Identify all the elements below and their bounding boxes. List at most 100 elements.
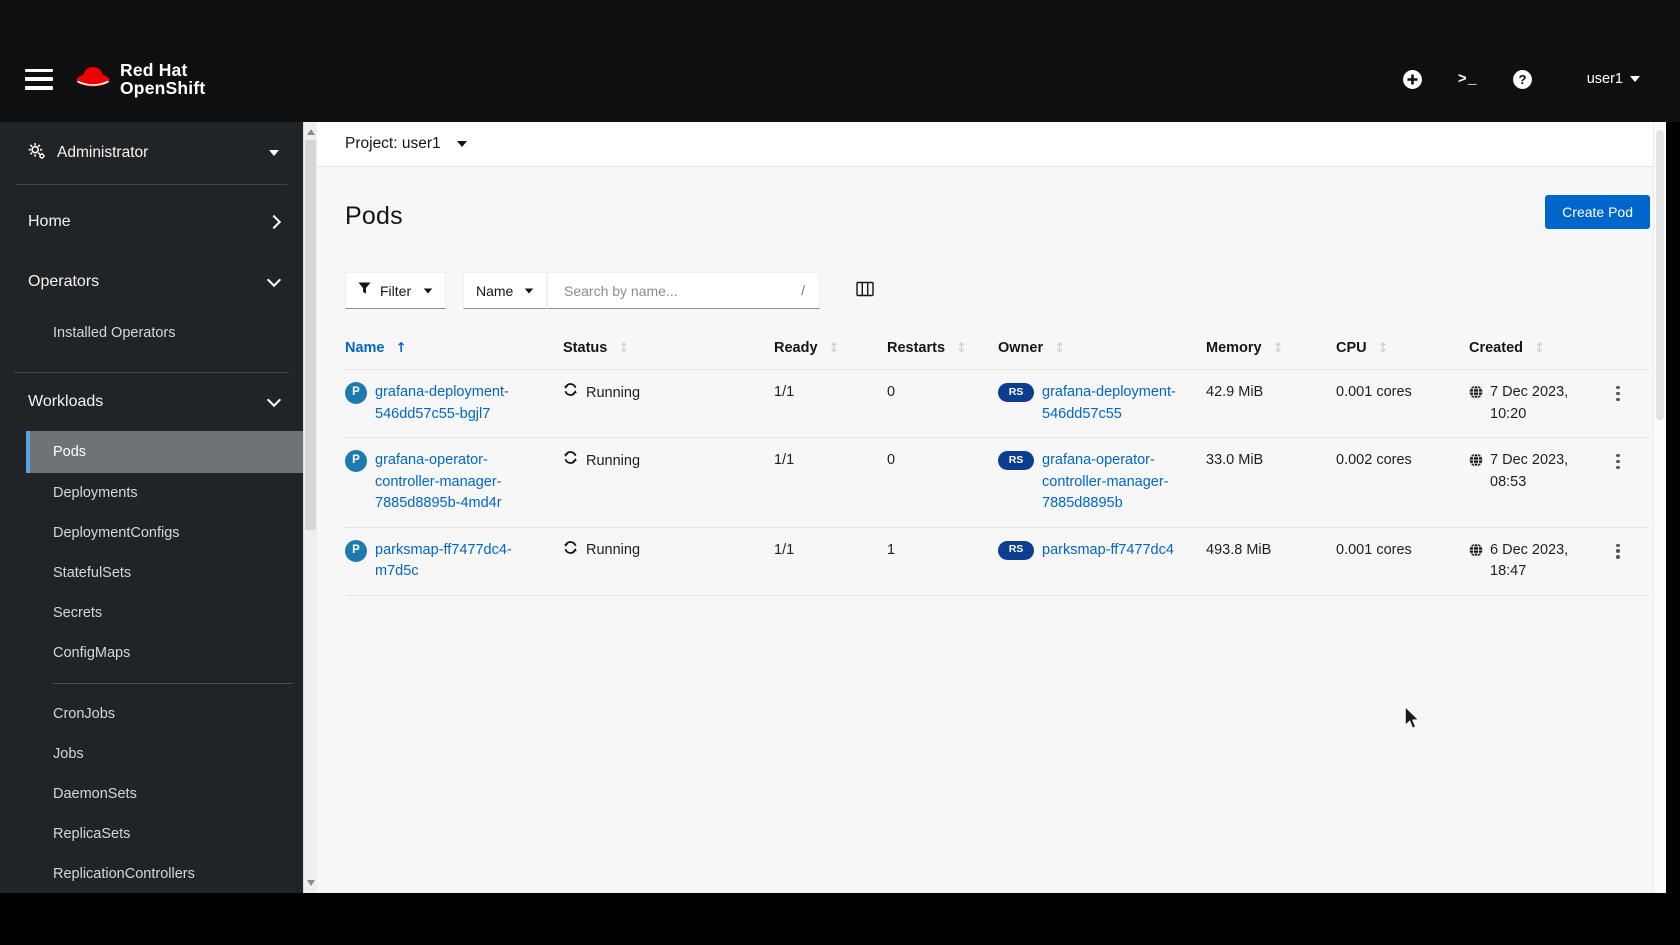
quick-create-icon[interactable] [1402, 68, 1424, 90]
user-menu-label: user1 [1586, 71, 1623, 87]
kebab-menu-button[interactable] [1609, 450, 1627, 473]
help-icon[interactable]: ? [1512, 68, 1534, 90]
pod-link[interactable]: grafana-operator-controller-manager-7885… [375, 450, 547, 515]
sidebar-scrollbar[interactable] [303, 122, 317, 893]
sidebar-item-home[interactable]: Home [0, 192, 303, 252]
sidebar-item-label: Jobs [53, 746, 84, 762]
cpu-value: 0.002 cores [1336, 437, 1469, 528]
sync-running-icon [563, 450, 578, 473]
brand-logo: Red Hat OpenShift [75, 59, 206, 98]
svg-text:?: ? [1519, 72, 1527, 87]
column-header-status[interactable]: Status ↕ [563, 330, 774, 370]
create-pod-button[interactable]: Create Pod [1545, 195, 1650, 229]
web-terminal-icon[interactable]: >_ [1457, 68, 1479, 90]
pod-link[interactable]: parksmap-ff7477dc4-m7d5c [375, 540, 547, 583]
perspective-label: Administrator [57, 144, 149, 161]
column-header-ready[interactable]: Ready ↕ [774, 330, 887, 370]
kebab-menu-button[interactable] [1609, 540, 1627, 563]
owner-link[interactable]: grafana-operator-controller-manager-7885… [1042, 450, 1190, 515]
sidebar-item-label: StatefulSets [53, 565, 132, 581]
pod-badge: P [345, 450, 367, 472]
brand-line1: Red Hat [120, 59, 188, 80]
sort-icon: ↕ [828, 341, 840, 356]
sidebar-item-label: DeploymentConfigs [53, 525, 180, 541]
chevron-down-icon [423, 287, 433, 294]
main-content: Project: user1 Pods Create Pod Filter Na… [317, 122, 1666, 893]
sidebar-item-statefulsets[interactable]: StatefulSets [26, 553, 303, 593]
nav-toggle-button[interactable] [25, 68, 53, 90]
column-header-restarts[interactable]: Restarts ↕ [887, 330, 998, 370]
column-header-name[interactable]: Name ↑ [345, 330, 563, 370]
column-header-memory[interactable]: Memory ↕ [1206, 330, 1336, 370]
restarts-value: 1 [887, 527, 998, 596]
replicaset-badge: RS [998, 451, 1034, 470]
globe-icon [1469, 540, 1483, 565]
memory-value: 493.8 MiB [1206, 527, 1336, 596]
sidebar-item-replicationcontrollers[interactable]: ReplicationControllers [26, 854, 303, 893]
chevron-down-icon [266, 272, 282, 288]
restarts-value: 0 [887, 437, 998, 528]
project-selector-label: Project: user1 [345, 135, 441, 152]
gears-icon [27, 142, 46, 165]
project-selector[interactable]: Project: user1 [317, 122, 1653, 167]
scrollbar-thumb[interactable] [1656, 130, 1664, 420]
sidebar-item-workloads[interactable]: Workloads [0, 373, 303, 431]
list-toolbar: Filter Name / [345, 272, 878, 309]
brand-line2: OpenShift [120, 78, 206, 98]
sidebar-item-label: Workloads [28, 393, 104, 410]
content-scrollbar[interactable] [1653, 122, 1666, 893]
app-window: Red Hat OpenShift >_ ? user1 Administrat… [0, 0, 1680, 945]
globe-icon [1469, 382, 1483, 407]
globe-icon [1469, 450, 1483, 475]
sidebar-item-daemonsets[interactable]: DaemonSets [26, 774, 303, 814]
sidebar-item-label: ReplicationControllers [53, 866, 195, 882]
kebab-menu-button[interactable] [1609, 382, 1627, 405]
scroll-up-arrow-icon[interactable] [307, 129, 315, 135]
sidebar-item-replicasets[interactable]: ReplicaSets [26, 814, 303, 854]
column-header-cpu[interactable]: CPU ↕ [1336, 330, 1469, 370]
search-attribute-label: Name [476, 282, 514, 299]
sidebar-item-deploymentconfigs[interactable]: DeploymentConfigs [26, 513, 303, 553]
table-row: P parksmap-ff7477dc4-m7d5c Running 1/1 1… [345, 527, 1650, 596]
column-header-owner[interactable]: Owner ↕ [998, 330, 1206, 370]
sidebar-item-secrets[interactable]: Secrets [26, 593, 303, 633]
sort-ascending-icon: ↑ [395, 340, 407, 356]
sidebar-item-label: Pods [53, 444, 87, 460]
pod-badge: P [345, 382, 367, 404]
pod-badge: P [345, 539, 367, 562]
sidebar-item-operators[interactable]: Operators [0, 252, 303, 312]
sort-icon: ↕ [1054, 341, 1066, 356]
sidebar-item-label: DaemonSets [53, 786, 137, 802]
brand-text: Red Hat OpenShift [120, 59, 206, 98]
column-header-created[interactable]: Created ↕ [1469, 330, 1609, 370]
sidebar-item-label: ReplicaSets [53, 826, 131, 842]
sidebar-item-label: CronJobs [53, 706, 116, 722]
page-title: Pods [345, 202, 403, 230]
chevron-down-icon [456, 141, 467, 147]
sidebar-divider [53, 683, 293, 684]
sidebar-item-pods[interactable]: Pods [26, 431, 303, 473]
sort-icon: ↕ [1534, 341, 1545, 356]
pod-link[interactable]: grafana-deployment-546dd57c55-bgjl7 [375, 382, 547, 425]
status-text: Running [586, 452, 641, 469]
sidebar-item-label: Installed Operators [53, 325, 176, 341]
search-attribute-dropdown[interactable]: Name [463, 272, 547, 309]
sidebar-item-cronjobs[interactable]: CronJobs [26, 694, 303, 734]
manage-columns-button[interactable] [852, 277, 878, 304]
sidebar-item-configmaps[interactable]: ConfigMaps [26, 633, 303, 673]
sidebar-item-jobs[interactable]: Jobs [26, 734, 303, 774]
owner-link[interactable]: parksmap-ff7477dc4 [1042, 540, 1174, 562]
filter-dropdown[interactable]: Filter [345, 272, 446, 309]
scroll-down-arrow-icon[interactable] [307, 880, 315, 886]
memory-value: 42.9 MiB [1206, 369, 1336, 438]
sidebar-item-label: Deployments [53, 485, 138, 501]
cpu-value: 0.001 cores [1336, 369, 1469, 438]
user-menu[interactable]: user1 [1587, 71, 1640, 87]
search-input[interactable] [562, 281, 794, 300]
sync-running-icon [563, 540, 578, 563]
sidebar-item-installed-operators[interactable]: Installed Operators [26, 312, 303, 354]
sidebar-item-deployments[interactable]: Deployments [26, 473, 303, 513]
owner-link[interactable]: grafana-deployment-546dd57c55 [1042, 382, 1190, 425]
scrollbar-thumb[interactable] [305, 140, 316, 530]
perspective-switcher[interactable]: Administrator [0, 122, 303, 184]
